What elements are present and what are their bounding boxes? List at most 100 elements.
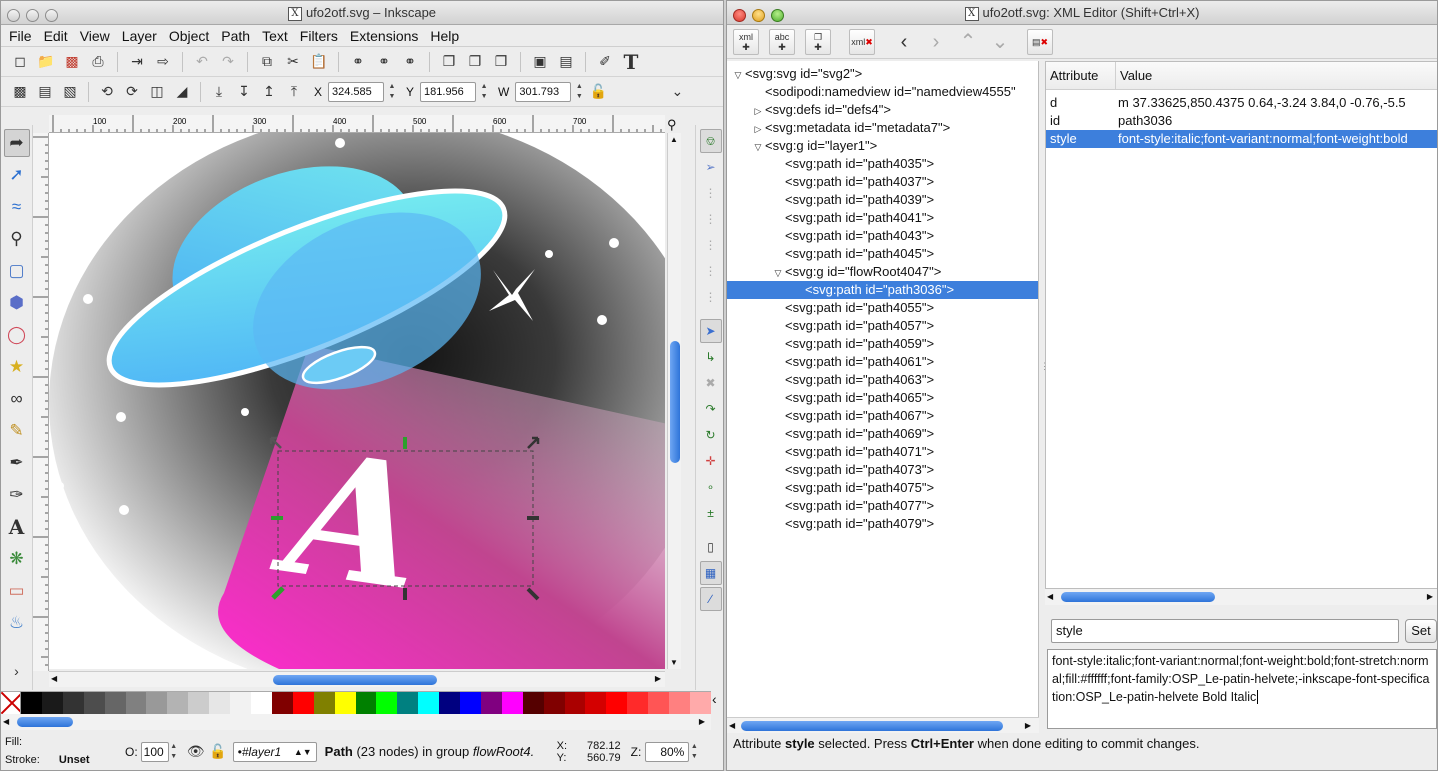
attribute-column-header[interactable]: Attribute xyxy=(1046,62,1116,89)
color-swatch[interactable] xyxy=(292,692,314,714)
xml-tree-node[interactable]: <svg:path id="path4059"> xyxy=(727,335,1038,353)
canvas-horizontal-scrollbar[interactable]: ◀ ▶ xyxy=(49,671,665,687)
color-swatch[interactable] xyxy=(606,692,628,714)
paint-bucket-tool-icon[interactable]: ♨ xyxy=(4,609,30,637)
zoom-selection-icon[interactable]: ⚭ xyxy=(347,51,369,73)
minimize-window-button[interactable] xyxy=(752,9,765,22)
menu-view[interactable]: View xyxy=(76,28,118,44)
color-swatch[interactable] xyxy=(83,692,105,714)
snap-grids-icon[interactable]: ▦ xyxy=(699,561,722,585)
color-swatch[interactable] xyxy=(439,692,461,714)
menu-help[interactable]: Help xyxy=(426,28,467,44)
spiral-tool-icon[interactable]: ∞ xyxy=(4,385,30,413)
zoom-drawing-icon[interactable]: ⚭ xyxy=(373,51,395,73)
snap-bbox-extra-icon[interactable]: ⋮ xyxy=(700,285,722,309)
undo-icon[interactable]: ↶ xyxy=(191,51,213,73)
xml-tree-node[interactable]: <svg:path id="path3036"> xyxy=(727,281,1038,299)
scroll-up-arrow-icon[interactable]: ▲ xyxy=(670,135,678,144)
scroll-left-arrow-icon[interactable]: ◀ xyxy=(51,674,57,683)
opacity-spinner[interactable]: ▲ ▼ xyxy=(169,742,179,762)
indent-icon[interactable]: › xyxy=(925,31,947,53)
menu-text[interactable]: Text xyxy=(258,28,296,44)
color-swatch[interactable] xyxy=(522,692,544,714)
color-swatch[interactable] xyxy=(21,692,42,714)
cut-icon[interactable]: ✂ xyxy=(282,51,304,73)
color-swatch[interactable] xyxy=(669,692,690,714)
xml-tree-node[interactable]: <svg:path id="path4077"> xyxy=(727,497,1038,515)
color-swatch[interactable] xyxy=(250,692,272,714)
expand-triangle-closed-icon[interactable]: ▷ xyxy=(751,102,765,120)
vertical-scroll-thumb[interactable] xyxy=(670,341,680,463)
color-swatch[interactable] xyxy=(41,692,63,714)
snap-paths-icon[interactable]: ↳ xyxy=(700,345,722,369)
layer-selector[interactable]: •#layer1 ▲▼ xyxy=(232,741,317,762)
attr-scroll-left-icon[interactable]: ◀ xyxy=(1047,592,1053,601)
duplicate-node-icon[interactable]: ❐ ✚ xyxy=(805,28,831,55)
redo-icon[interactable]: ↷ xyxy=(217,51,239,73)
color-swatch[interactable] xyxy=(564,692,586,714)
minimize-window-button[interactable] xyxy=(26,9,39,22)
snap-bbox-edges-icon[interactable]: ⋮ xyxy=(700,181,722,205)
fill-stroke-indicator[interactable]: Fill: Stroke: Unset xyxy=(1,731,121,770)
pencil-tool-icon[interactable]: ✎ xyxy=(4,417,30,445)
palette-scrollbar[interactable]: ◀ ▶ xyxy=(1,714,711,730)
eraser-tool-icon[interactable]: ▭ xyxy=(4,577,30,605)
snap-smooth-nodes-icon[interactable]: ↻ xyxy=(700,423,722,447)
xml-tree-node[interactable]: <svg:path id="path4063"> xyxy=(727,371,1038,389)
zoom-tool-icon[interactable]: ⚲ xyxy=(4,225,30,253)
palette-scroll-thumb[interactable] xyxy=(17,717,73,727)
xml-tree-node[interactable]: <svg:path id="path4065"> xyxy=(727,389,1038,407)
tree-scroll-left-icon[interactable]: ◀ xyxy=(729,721,735,730)
3d-box-tool-icon[interactable]: ⬢ xyxy=(4,289,30,317)
flip-horizontal-icon[interactable]: ◫ xyxy=(146,81,168,103)
width-input[interactable]: 301.793 xyxy=(515,81,572,102)
xml-tree-node[interactable]: ▽ <svg:g id="flowRoot4047"> xyxy=(727,263,1038,281)
color-swatch[interactable] xyxy=(334,692,356,714)
new-element-node-icon[interactable]: xml ✚ xyxy=(733,28,759,55)
calligraphy-tool-icon[interactable]: ✑ xyxy=(4,481,30,509)
expand-triangle-closed-icon[interactable]: ▷ xyxy=(751,120,765,138)
color-swatch[interactable] xyxy=(480,692,502,714)
lower-icon[interactable]: ↧ xyxy=(233,81,255,103)
attribute-value-textarea[interactable]: font-style:italic;font-variant:normal;fo… xyxy=(1047,649,1437,729)
expand-triangle-open-icon[interactable]: ▽ xyxy=(731,66,745,84)
ellipse-tool-icon[interactable]: ◯ xyxy=(4,321,30,349)
snap-nodes-icon[interactable]: ➤ xyxy=(699,319,722,343)
x-spinner[interactable]: ▲ ▼ xyxy=(387,82,397,102)
zoom-input[interactable]: 80% xyxy=(645,741,690,762)
value-column-header[interactable]: Value xyxy=(1116,62,1152,89)
color-swatch[interactable] xyxy=(355,692,377,714)
delete-node-icon[interactable]: xml ✖ xyxy=(849,28,875,55)
palette-scroll-right-icon[interactable]: ▶ xyxy=(699,717,705,726)
snap-toggle-icon[interactable]: ⎊ xyxy=(699,129,722,153)
import-icon[interactable]: ⇥ xyxy=(126,51,148,73)
unlink-clone-icon[interactable]: ❐ xyxy=(490,51,512,73)
snap-page-border-icon[interactable]: ▯ xyxy=(700,535,722,559)
tree-scroll-thumb[interactable] xyxy=(741,721,1003,731)
raise-icon[interactable]: ↥ xyxy=(258,81,280,103)
menu-extensions[interactable]: Extensions xyxy=(346,28,426,44)
rotate-ccw-icon[interactable]: ⟲ xyxy=(96,81,118,103)
tree-scroll-right-icon[interactable]: ▶ xyxy=(1025,721,1031,730)
attr-scroll-thumb[interactable] xyxy=(1061,592,1215,602)
more-tools-chevron-icon[interactable]: › xyxy=(4,657,30,685)
xml-tree-node[interactable]: ▽ <svg:svg id="svg2"> xyxy=(727,65,1038,83)
attributes-horizontal-scrollbar[interactable]: ◀ ▶ xyxy=(1045,589,1437,605)
drawing-canvas[interactable]: A xyxy=(49,133,665,669)
xml-tree-node[interactable]: <sodipodi:namedview id="namedview4555" xyxy=(727,83,1038,101)
lower-bottom-icon[interactable]: ⤓ xyxy=(208,81,230,103)
snap-bbox-centers-icon[interactable]: ⋮ xyxy=(700,259,722,283)
snap-path-intersections-icon[interactable]: ✖ xyxy=(700,371,722,395)
paste-icon[interactable]: 📋 xyxy=(308,51,330,73)
snap-bbox-corners-icon[interactable]: ⋮ xyxy=(700,207,722,231)
color-swatch[interactable] xyxy=(188,692,210,714)
attribute-row[interactable]: d m 37.33625,850.4375 0.64,-3.24 3.84,0 -… xyxy=(1046,94,1437,112)
select-all-layers-icon[interactable]: ▤ xyxy=(34,81,56,103)
select-all-icon[interactable]: ▩ xyxy=(9,81,31,103)
rectangle-tool-icon[interactable]: ▢ xyxy=(4,257,30,285)
snap-guides-icon[interactable]: ∕ xyxy=(699,587,722,611)
xml-tree-node[interactable]: <svg:path id="path4075"> xyxy=(727,479,1038,497)
save-icon[interactable]: ▩ xyxy=(61,51,83,73)
close-window-button[interactable] xyxy=(733,9,746,22)
star-tool-icon[interactable]: ★ xyxy=(4,353,30,381)
